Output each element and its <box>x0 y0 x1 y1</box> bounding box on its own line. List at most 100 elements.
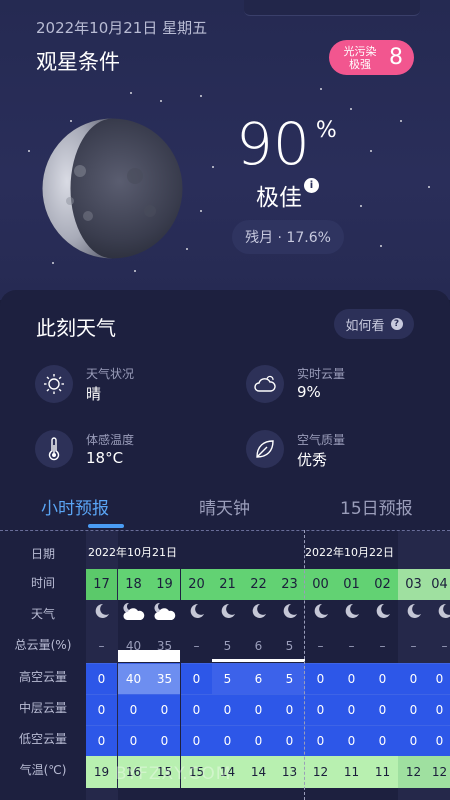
light-pollution-value: 8 <box>389 45 403 70</box>
star <box>380 245 382 247</box>
temperature-cell: 14 <box>243 756 274 788</box>
watermark: BYFZXY.COM <box>115 764 232 784</box>
high-cloud-cell: 35 <box>149 663 180 694</box>
low-cloud-cell: 0 <box>274 725 305 756</box>
star <box>186 248 188 250</box>
cloud-icon <box>246 365 284 403</box>
total-cloud-cell: 6 <box>254 639 263 653</box>
row-label: 总云量(%) <box>14 638 72 652</box>
temperature-cell: 11 <box>336 756 367 788</box>
how-to-read-label: 如何看 <box>345 318 385 334</box>
mid-cloud-cell: 0 <box>243 694 274 725</box>
high-cloud-cell: 6 <box>243 663 274 694</box>
high-cloud-cell: 0 <box>429 663 450 694</box>
grid-top-border <box>0 530 450 531</box>
total-cloud-cell: – <box>379 639 386 653</box>
star <box>28 150 30 152</box>
page-title: 观星条件 <box>36 50 120 74</box>
hour-cell: 18 <box>118 569 149 600</box>
moon-cloud-icon <box>118 602 149 633</box>
total-cloud-cell: – <box>410 639 417 653</box>
thermometer-icon <box>35 430 73 468</box>
star <box>360 205 362 207</box>
high-cloud-cell: 0 <box>86 663 117 694</box>
star <box>370 150 372 152</box>
mid-cloud-cell: 0 <box>367 694 398 725</box>
temperature-cell: 13 <box>274 756 305 788</box>
row-label: 中层云量 <box>18 701 67 715</box>
moon-icon <box>367 602 398 633</box>
sun-icon <box>35 365 73 403</box>
cloud-cover-label: 实时云量 <box>297 367 346 381</box>
low-cloud-cell: 0 <box>118 725 149 756</box>
moon-phase-icon <box>42 118 183 259</box>
percent-sign: % <box>315 118 337 143</box>
hour-cell: 17 <box>86 569 117 600</box>
high-cloud-cell: 0 <box>367 663 398 694</box>
moon-icon <box>305 602 336 633</box>
high-cloud-cell: 40 <box>118 663 149 694</box>
info-icon[interactable]: i <box>304 178 319 193</box>
star <box>320 88 322 90</box>
air-quality-value: 优秀 <box>297 451 328 469</box>
temperature-cell: 12 <box>429 756 450 788</box>
row-label: 天气 <box>30 607 55 621</box>
cloud-bar <box>118 650 180 662</box>
how-to-read-button[interactable]: 如何看 ? <box>334 309 414 339</box>
moon-icon <box>212 602 243 633</box>
low-cloud-cell: 0 <box>398 725 429 756</box>
hour-cell: 23 <box>274 569 305 600</box>
star <box>134 270 136 272</box>
light-pollution-badge[interactable]: 光污染 极强 8 <box>329 40 414 75</box>
row-label: 时间 <box>30 576 55 590</box>
visibility-percent: 90 % <box>236 112 337 176</box>
feels-like-label: 体感温度 <box>86 433 135 447</box>
moon-icon <box>243 602 274 633</box>
high-cloud-cell: 0 <box>336 663 367 694</box>
low-cloud-cell: 0 <box>86 725 117 756</box>
tab-15-day-forecast[interactable]: 15日预报 <box>340 494 413 519</box>
hour-cell: 03 <box>398 569 429 600</box>
cloud-bar <box>212 659 305 662</box>
forecast-date-2: 2022年10月22日 <box>305 546 394 559</box>
moon-icon <box>336 602 367 633</box>
moon-cloud-icon <box>149 602 180 633</box>
question-icon: ? <box>390 318 403 330</box>
mid-cloud-cell: 0 <box>181 694 212 725</box>
air-quality-label: 空气质量 <box>297 433 346 447</box>
moon-icon <box>274 602 305 633</box>
total-cloud-cell: – <box>98 639 105 653</box>
low-cloud-cell: 0 <box>149 725 180 756</box>
percent-value: 90 <box>236 110 310 178</box>
temperature-cell: 19 <box>86 756 117 788</box>
low-cloud-cell: 0 <box>367 725 398 756</box>
mid-cloud-cell: 0 <box>149 694 180 725</box>
hour-cell: 20 <box>181 569 212 600</box>
star <box>52 262 54 264</box>
mid-cloud-cell: 0 <box>305 694 336 725</box>
row-label: 气温(℃) <box>19 763 67 777</box>
total-cloud-cell: 5 <box>223 639 232 653</box>
moon-icon <box>398 602 429 633</box>
tab-clear-sky-clock[interactable]: 晴天钟 <box>199 494 250 519</box>
star <box>428 186 430 188</box>
feels-like-value: 18°C <box>86 449 124 467</box>
hour-cell: 00 <box>305 569 336 600</box>
row-label: 高空云量 <box>18 670 67 684</box>
top-strip <box>244 0 420 16</box>
rating-text: 极佳 <box>256 185 302 211</box>
weather-condition-label: 天气状况 <box>86 367 135 381</box>
date-text: 2022年10月21日 星期五 <box>36 19 208 37</box>
hour-cell: 21 <box>212 569 243 600</box>
forecast-date-1: 2022年10月21日 <box>88 546 177 559</box>
stargazing-header: 2022年10月21日 星期五 观星条件 光污染 极强 8 90 % 极佳 i … <box>0 0 450 300</box>
active-tab-indicator <box>88 524 124 528</box>
tab-hourly-forecast[interactable]: 小时预报 <box>41 494 109 519</box>
hour-cell: 04 <box>429 569 450 600</box>
star <box>200 95 202 97</box>
high-cloud-cell: 0 <box>398 663 429 694</box>
temperature-cell: 12 <box>398 756 429 788</box>
mid-cloud-cell: 0 <box>398 694 429 725</box>
hour-cell: 01 <box>336 569 367 600</box>
current-weather-title: 此刻天气 <box>36 316 116 340</box>
